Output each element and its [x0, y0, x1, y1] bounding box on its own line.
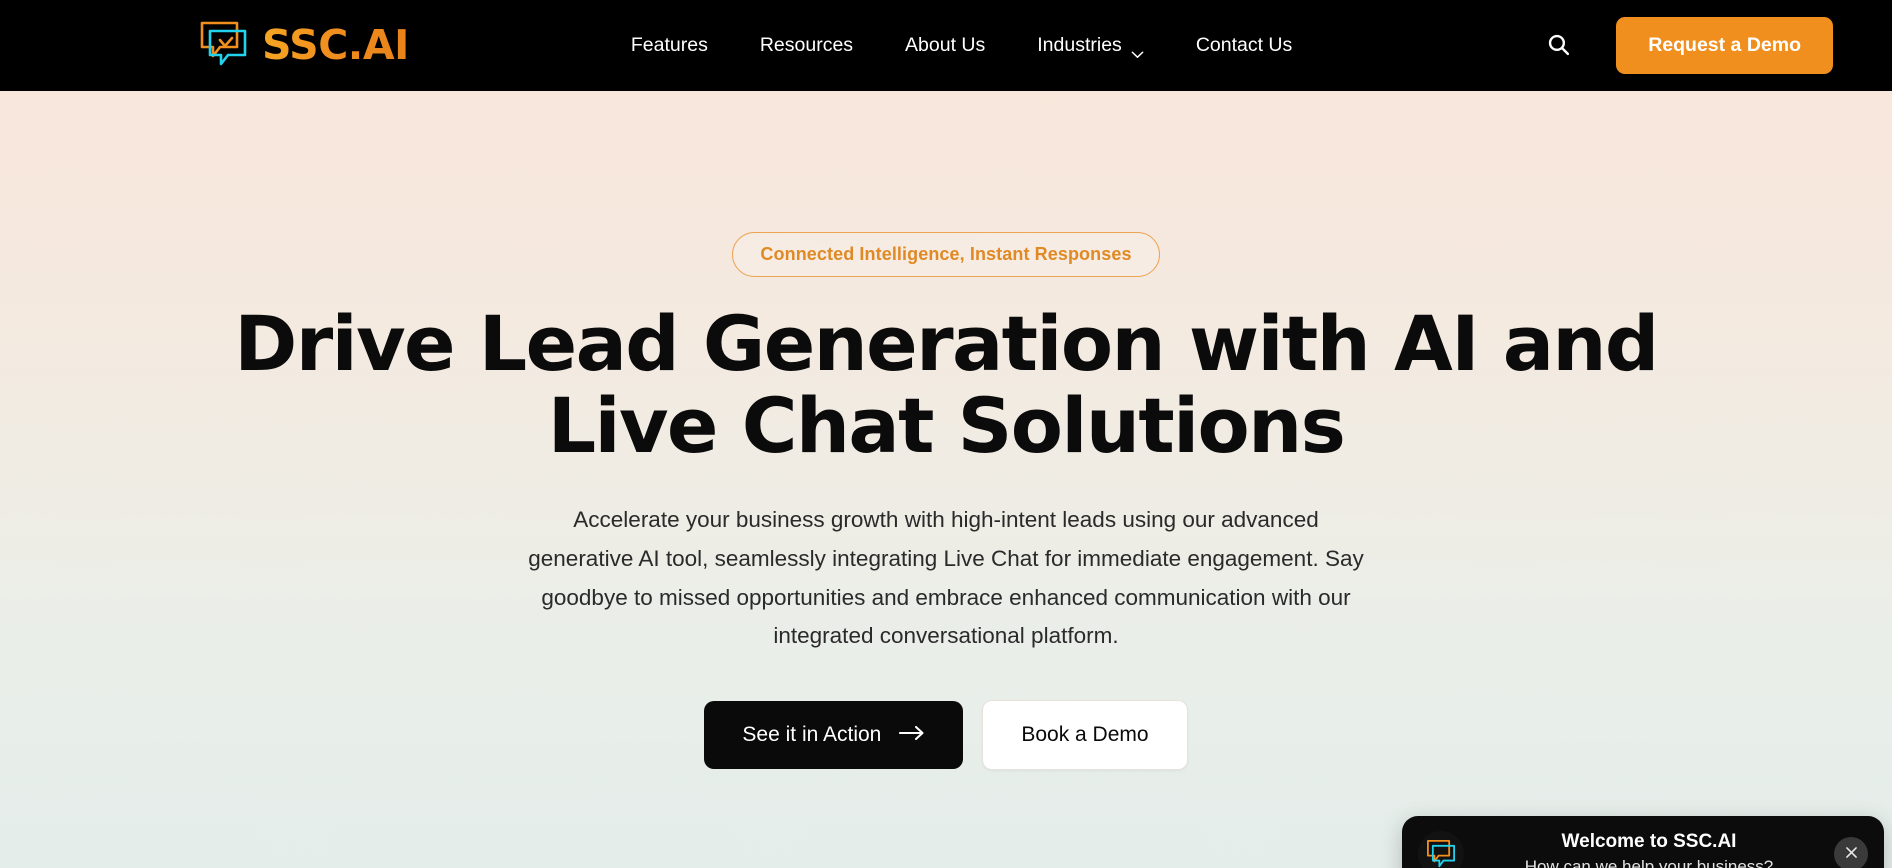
brand-name: SSC.AI [262, 21, 409, 69]
hero-section: Connected Intelligence, Instant Response… [0, 91, 1892, 868]
chat-welcome-popup[interactable]: Welcome to SSC.AI How can we help your b… [1402, 816, 1884, 868]
nav-item-contact-us[interactable]: Contact Us [1170, 24, 1318, 67]
hero-badge[interactable]: Connected Intelligence, Instant Response… [732, 232, 1160, 277]
search-icon [1546, 32, 1571, 60]
nav-label: Features [630, 34, 708, 56]
brand-logo-link[interactable]: SSC.AI [196, 18, 409, 74]
chevron-down-icon [1131, 42, 1144, 58]
nav-label: Resources [759, 34, 854, 56]
see-it-in-action-label: See it in Action [742, 722, 882, 746]
nav-item-industries[interactable]: Industries [1011, 24, 1170, 67]
nav-item-resources[interactable]: Resources [734, 24, 879, 67]
chat-popup-title: Welcome to SSC.AI [1561, 831, 1737, 852]
nav-label: About Us [905, 34, 986, 56]
close-icon [1844, 845, 1859, 863]
arrow-right-icon [899, 723, 925, 747]
chat-popup-texts: Welcome to SSC.AI How can we help your b… [1478, 830, 1820, 868]
page-title: Drive Lead Generation with AI and Live C… [0, 302, 1892, 471]
search-button[interactable] [1530, 18, 1586, 74]
chat-popup-subtitle: How can we help your business? [1524, 857, 1774, 868]
ssc-logo-avatar-icon [1418, 831, 1464, 868]
headline-line-2: Live Chat Solutions [547, 381, 1346, 471]
nav-item-features[interactable]: Features [605, 24, 734, 67]
nav-item-about-us[interactable]: About Us [879, 24, 1011, 67]
request-a-demo-button[interactable]: Request a Demo [1616, 17, 1833, 74]
see-it-in-action-button[interactable]: See it in Action [704, 700, 964, 769]
headline-line-1: Drive Lead Generation with AI and [234, 299, 1659, 388]
site-header: SSC.AI Features Resources About Us Indus… [0, 0, 1892, 91]
hero-subcopy: Accelerate your business growth with hig… [528, 507, 1364, 649]
book-a-demo-button[interactable]: Book a Demo [982, 699, 1188, 770]
chat-popup-close-button[interactable] [1834, 837, 1868, 868]
main-navigation: Features Resources About Us Industries C… [605, 24, 1318, 67]
nav-label: Industries [1037, 34, 1122, 56]
nav-label: Contact Us [1195, 34, 1293, 56]
hero-cta-row: See it in Action Book a Demo [0, 699, 1892, 770]
chat-bubble-logo-icon [196, 18, 252, 74]
header-actions: Request a Demo [1530, 17, 1892, 74]
